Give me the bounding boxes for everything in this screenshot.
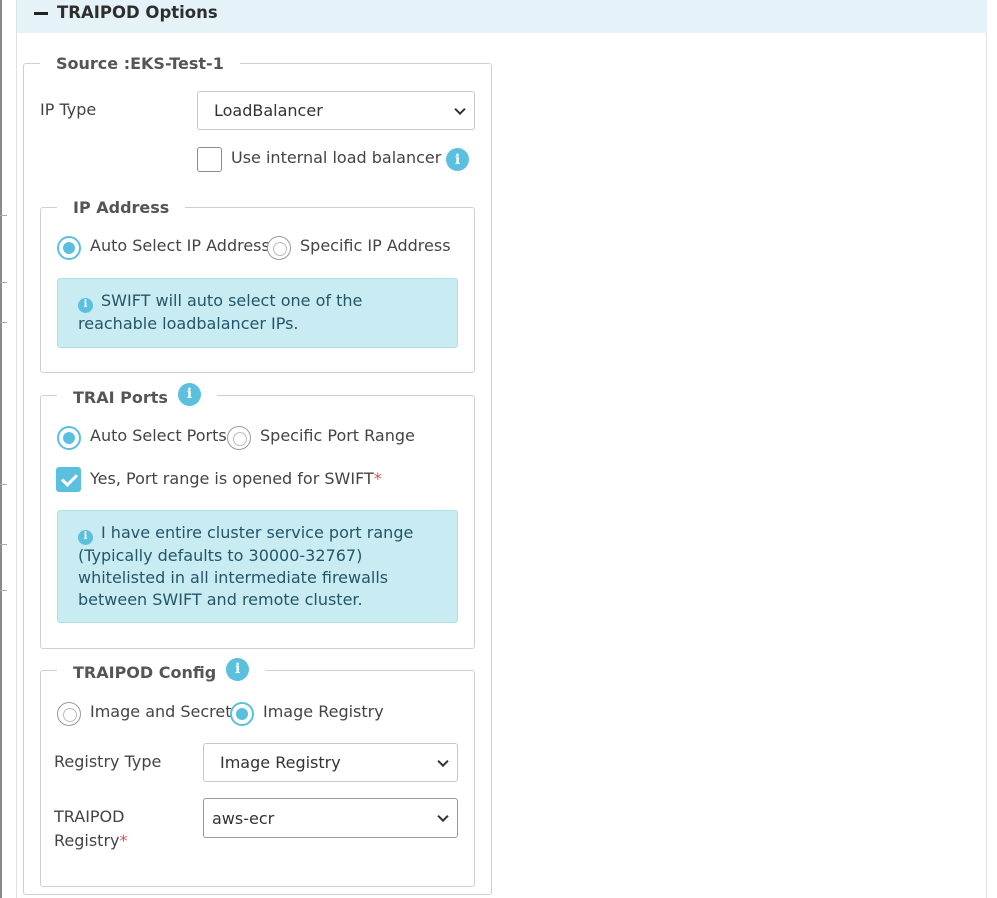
specific-port-range-radio[interactable]: [227, 426, 251, 450]
registry-type-select[interactable]: Image Registry: [203, 743, 458, 782]
internal-lb-checkbox[interactable]: [197, 147, 222, 172]
chevron-down-icon: [437, 810, 449, 823]
source-legend: Source :EKS-Test-1: [40, 52, 240, 74]
ports-info-alert: iI have entire cluster service port rang…: [57, 510, 458, 623]
minus-icon[interactable]: [34, 12, 48, 15]
specific-ip-label: Specific IP Address: [300, 236, 451, 255]
ip-info-alert: i SWIFT will auto select one of the reach…: [57, 278, 458, 348]
trai-ports-legend-text: TRAI Ports: [73, 388, 168, 407]
trai-ports-legend: TRAI Ports i: [57, 382, 217, 409]
auto-ip-label: Auto Select IP Address: [90, 236, 270, 255]
traipod-config-legend-text: TRAIPOD Config: [73, 663, 217, 682]
edge-tick: [0, 322, 7, 323]
auto-ip-radio[interactable]: [57, 236, 81, 260]
traipod-registry-select[interactable]: aws-ecr: [203, 798, 458, 838]
auto-ports-radio[interactable]: [57, 426, 81, 450]
ports-info-text: I have entire cluster service port range…: [78, 523, 414, 609]
ip-address-legend-text: IP Address: [73, 197, 170, 217]
internal-lb-label: Use internal load balancer: [231, 148, 442, 167]
required-mark: *: [373, 469, 382, 488]
registry-label-text: Registry: [54, 831, 120, 850]
image-registry-radio[interactable]: [230, 702, 254, 726]
ip-info-text: SWIFT will auto select one of the reacha…: [78, 291, 363, 333]
image-and-secret-radio[interactable]: [57, 702, 81, 726]
traipod-registry-label-line2: Registry*: [54, 831, 128, 850]
info-circle-icon[interactable]: i: [446, 148, 469, 171]
specific-port-range-label: Specific Port Range: [260, 426, 415, 445]
image-and-secret-label: Image and Secret: [90, 702, 232, 721]
left-edge-border: [0, 0, 2, 898]
info-circle-icon: i: [78, 297, 93, 313]
port-range-confirm-label: Yes, Port range is opened for SWIFT*: [90, 469, 382, 488]
edge-tick: [0, 484, 7, 485]
ip-type-value: LoadBalancer: [214, 101, 323, 120]
info-circle-icon: i: [78, 529, 93, 545]
port-range-confirm-checkbox[interactable]: [56, 467, 81, 492]
edge-tick: [0, 282, 7, 283]
traipod-registry-value: aws-ecr: [212, 808, 275, 828]
traipod-registry-label-line1: TRAIPOD: [54, 807, 125, 826]
panel-header[interactable]: TRAIPOD Options: [16, 0, 987, 33]
auto-ports-label: Auto Select Ports: [90, 426, 227, 445]
ip-address-legend: IP Address: [57, 196, 186, 218]
ip-type-select[interactable]: LoadBalancer: [197, 91, 475, 130]
edge-tick: [0, 544, 7, 545]
info-circle-icon[interactable]: i: [226, 657, 250, 681]
edge-tick: [0, 590, 7, 591]
port-range-confirm-text: Yes, Port range is opened for SWIFT: [90, 469, 374, 488]
ip-type-label: IP Type: [40, 100, 97, 119]
edge-tick: [0, 215, 7, 216]
image-registry-label: Image Registry: [263, 702, 384, 721]
panel-title: TRAIPOD Options: [57, 3, 218, 22]
source-legend-text: Source :EKS-Test-1: [56, 53, 224, 73]
specific-ip-radio[interactable]: [267, 236, 291, 260]
registry-type-value: Image Registry: [220, 753, 341, 772]
required-mark: *: [119, 831, 128, 850]
registry-type-label: Registry Type: [54, 752, 162, 771]
chevron-down-icon: [437, 755, 449, 767]
traipod-config-legend: TRAIPOD Config i: [57, 657, 266, 684]
info-circle-icon[interactable]: i: [177, 382, 201, 406]
chevron-down-icon: [454, 103, 466, 115]
